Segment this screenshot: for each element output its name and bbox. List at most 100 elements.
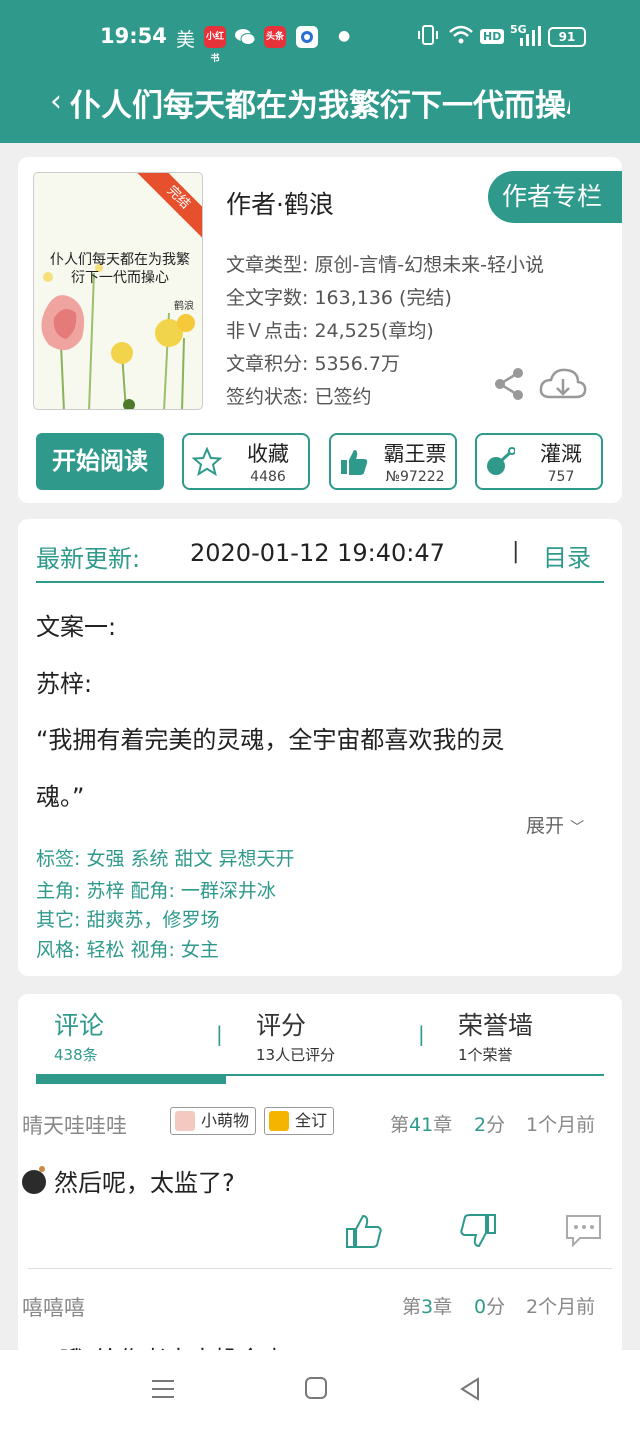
badge-label: 全订 [295, 1111, 328, 1130]
chevron-down-icon: ﹀ [570, 820, 585, 836]
cloud-download-icon[interactable] [538, 367, 588, 401]
chapter-suffix: 章 [433, 1114, 453, 1136]
synopsis-line: 苏梓: [36, 670, 93, 698]
update-separator: | [512, 539, 520, 564]
badge-full-subscribe: 全订 [264, 1107, 335, 1135]
irrigate-label: 灌溉 [540, 442, 582, 466]
synopsis-line: “我拥有着完美的灵魂，全宇宙都喜欢我的灵 [36, 726, 505, 754]
app-header: 19:54 美 小红书 头条 ● HD 5G 91 ‹ 仆人们每天都在为我繁衍下… [0, 0, 640, 143]
dislike-icon[interactable] [458, 1212, 498, 1250]
home-square-icon[interactable] [304, 1376, 328, 1404]
latest-update-label: 最新更新: [36, 545, 141, 573]
score-number: 0 [474, 1296, 487, 1318]
book-cover[interactable]: 仆人们每天都在为我繁衍下一代而操心 鹤浪 完结 [33, 172, 203, 410]
tab-active-indicator [36, 1074, 226, 1084]
favorite-label: 收藏 [247, 442, 289, 466]
score-suffix: 分 [486, 1296, 506, 1318]
author-name[interactable]: 作者·鹤浪 [226, 185, 334, 221]
comment-score: 2分 [474, 1110, 505, 1137]
comment-body: 然后呢，太监了? [54, 1169, 235, 1197]
thumbs-up-icon [339, 447, 369, 477]
other-row: 其它: 甜爽苏，修罗场 [36, 909, 220, 931]
irrigate-button[interactable]: 灌溉 757 [475, 433, 603, 490]
bomb-icon [22, 1166, 46, 1194]
chapter-suffix: 章 [433, 1296, 453, 1318]
bawang-ticket-count: №97222 [385, 469, 445, 485]
catalog-link[interactable]: 目录 [543, 538, 591, 573]
start-reading-button[interactable]: 开始阅读 [36, 433, 164, 490]
tab-separator: | [418, 1022, 425, 1046]
irrigate-count: 757 [547, 469, 575, 485]
badge-xiaomengwu: 小萌物 [170, 1107, 257, 1135]
signal-icon [518, 26, 542, 50]
reply-icon[interactable] [564, 1212, 604, 1250]
expand-button[interactable]: 展开 ﹀ [526, 811, 584, 838]
meta-score: 文章积分: 5356.7万 [226, 353, 400, 375]
toutiao-icon: 头条 [264, 26, 286, 48]
tab-honor-count: 1个荣誉 [458, 1046, 513, 1064]
bawang-ticket-button[interactable]: 霸王票 №97222 [329, 433, 457, 490]
comment-time: 2个月前 [526, 1296, 596, 1318]
update-divider [36, 581, 604, 583]
favorite-count: 4486 [250, 469, 286, 485]
tab-honor-wall[interactable]: 荣誉墙 1个荣誉 [458, 1006, 533, 1065]
tags-row: 标签: 女强 系统 甜文 异想天开 [36, 848, 295, 870]
comment-chapter: 第41章 [390, 1110, 452, 1137]
cover-author: 鹤浪 [174, 301, 194, 312]
tab-separator: | [216, 1022, 223, 1046]
latest-update-time: 2020-01-12 19:40:47 [190, 539, 445, 567]
tab-comments-count: 438条 [54, 1046, 98, 1064]
battery-indicator: 91 [548, 27, 586, 47]
style-row: 风格: 轻松 视角: 女主 [36, 939, 219, 961]
tab-ratings-label: 评分 [256, 1011, 307, 1040]
meta-genre: 文章类型: 原创-言情-幻想未来-轻小说 [226, 254, 545, 276]
score-number: 2 [474, 1114, 487, 1136]
share-icon[interactable] [492, 367, 526, 401]
vibrate-icon [418, 24, 438, 50]
chapter-number: 3 [421, 1296, 434, 1318]
back-triangle-icon[interactable] [458, 1376, 482, 1406]
book-info-card: 仆人们每天都在为我繁衍下一代而操心 鹤浪 完结 作者·鹤浪 作者专栏 文章类型:… [18, 157, 622, 503]
status-bar: 19:54 美 小红书 头条 ● HD 5G 91 [0, 0, 640, 72]
expand-label: 展开 [526, 815, 565, 837]
tab-honor-label: 荣誉墙 [458, 1011, 534, 1040]
comment-chapter: 第3章 [402, 1292, 452, 1319]
favorite-button[interactable]: 收藏 4486 [182, 433, 310, 490]
watering-can-icon [485, 447, 516, 477]
chapter-prefix: 第 [390, 1114, 410, 1136]
meta-sign-status: 签约状态: 已签约 [226, 386, 372, 408]
page-title: 仆人们每天都在为我繁衍下一代而操心 [70, 88, 570, 124]
star-icon [191, 446, 223, 477]
notification-dot-icon: ● [338, 28, 351, 44]
author-column-button[interactable]: 作者专栏 [488, 171, 622, 223]
meta-word-count: 全文字数: 163,136 (完结) [226, 287, 452, 309]
hd-icon: HD [480, 29, 505, 44]
chapter-prefix: 第 [402, 1296, 422, 1318]
cover-title: 仆人们每天都在为我繁衍下一代而操心 [50, 252, 190, 286]
comment-score: 0分 [474, 1292, 505, 1319]
tab-ratings-count: 13人已评分 [256, 1046, 336, 1064]
tab-comments[interactable]: 评论 438条 [54, 1006, 104, 1065]
back-chevron-icon[interactable]: ‹ [50, 84, 62, 119]
bawang-ticket-label: 霸王票 [383, 442, 447, 466]
synopsis-card: 最新更新: 2020-01-12 19:40:47 | 目录 文案一: 苏梓: … [18, 519, 622, 976]
system-navbar [0, 1350, 640, 1429]
comment-user[interactable]: 晴天哇哇哇 [22, 1110, 127, 1140]
comment-text: ".."哦"给作者大大投食中 [22, 1340, 286, 1350]
carrier-label: 美 [176, 29, 196, 51]
like-icon[interactable] [344, 1212, 384, 1250]
comment-user[interactable]: 嘻嘻嘻 [22, 1292, 85, 1322]
tab-comments-label: 评论 [54, 1011, 105, 1040]
crown-icon [269, 1111, 289, 1131]
menu-icon[interactable] [150, 1376, 176, 1406]
wifi-icon [448, 24, 474, 50]
characters-row: 主角: 苏梓 配角: 一群深井冰 [36, 880, 276, 902]
comment-divider [28, 1268, 612, 1269]
wechat-icon [234, 26, 256, 48]
tab-ratings[interactable]: 评分 13人已评分 [256, 1006, 335, 1065]
badge-label: 小萌物 [201, 1111, 250, 1130]
meta-clicks: 非Ｖ点击: 24,525(章均) [226, 320, 434, 342]
comment-text: 然后呢，太监了? [22, 1163, 235, 1198]
status-time: 19:54 [100, 24, 167, 48]
synopsis-line: 魂。” [36, 783, 85, 811]
